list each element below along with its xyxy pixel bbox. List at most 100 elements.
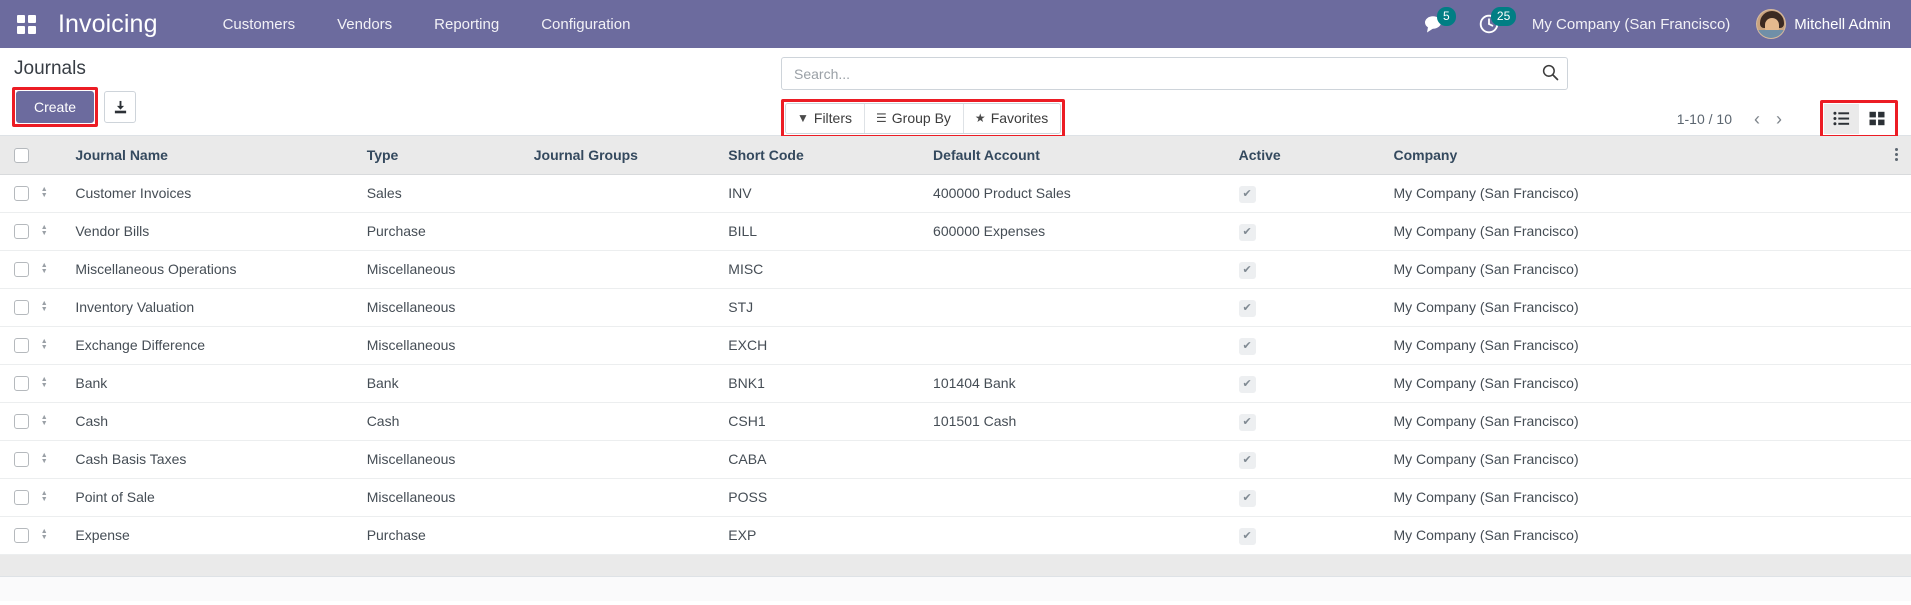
pager-previous-button[interactable]: ‹ bbox=[1746, 108, 1768, 130]
cell-journal-name: Expense bbox=[75, 516, 367, 555]
header-default-account[interactable]: Default Account bbox=[933, 136, 1239, 175]
cell-company: My Company (San Francisco) bbox=[1393, 516, 1883, 555]
table-row[interactable]: ▲ ▼ Expense Purchase EXP ✔ My Company (San Fra… bbox=[0, 516, 1911, 555]
cell-company: My Company (San Francisco) bbox=[1393, 402, 1883, 441]
header-journal-name[interactable]: Journal Name bbox=[75, 136, 367, 175]
cell-default-account bbox=[933, 440, 1239, 479]
messages-button[interactable]: 5 bbox=[1408, 0, 1462, 48]
company-switcher[interactable]: My Company (San Francisco) bbox=[1516, 2, 1746, 47]
cell-default-account bbox=[933, 250, 1239, 289]
cell-company: My Company (San Francisco) bbox=[1393, 440, 1883, 479]
row-select-checkbox[interactable] bbox=[14, 452, 29, 468]
pager-next-button[interactable]: › bbox=[1768, 108, 1790, 130]
drag-handle-icon[interactable]: ▲ ▼ bbox=[41, 376, 48, 389]
cell-journal-groups bbox=[533, 364, 729, 403]
menu-item-reporting[interactable]: Reporting bbox=[413, 2, 520, 47]
menu-item-vendors[interactable]: Vendors bbox=[316, 2, 413, 47]
cell-default-account: 600000 Expenses bbox=[933, 212, 1239, 251]
cell-optional-spacer bbox=[1882, 478, 1911, 517]
cell-optional-spacer bbox=[1882, 364, 1911, 403]
optional-columns-icon[interactable] bbox=[1882, 148, 1911, 162]
journals-table: Journal Name Type Journal Groups Short C… bbox=[0, 136, 1911, 555]
row-select-checkbox-cell bbox=[0, 440, 41, 479]
pager-range[interactable]: 1-10 / 10 bbox=[1677, 111, 1732, 127]
activities-button[interactable]: 25 bbox=[1462, 0, 1517, 48]
drag-handle-icon[interactable]: ▲ ▼ bbox=[41, 262, 48, 275]
table-row[interactable]: ▲ ▼ Exchange Difference Miscellaneous EXCH ✔ M… bbox=[0, 326, 1911, 365]
table-row[interactable]: ▲ ▼ Inventory Valuation Miscellaneous STJ ✔ My… bbox=[0, 288, 1911, 327]
drag-handle-icon[interactable]: ▲ ▼ bbox=[41, 414, 48, 427]
search-bar[interactable] bbox=[781, 57, 1568, 90]
kanban-view-button[interactable] bbox=[1859, 103, 1894, 134]
group-by-button[interactable]: ☰ Group By bbox=[865, 104, 964, 133]
drag-handle-icon[interactable]: ▲ ▼ bbox=[41, 300, 48, 313]
cell-default-account bbox=[933, 288, 1239, 327]
cell-short-code: EXP bbox=[728, 516, 934, 555]
kanban-view-icon bbox=[1869, 111, 1884, 126]
user-menu[interactable]: Mitchell Admin bbox=[1746, 5, 1897, 43]
table-row[interactable]: ▲ ▼ Point of Sale Miscellaneous POSS ✔ My Comp… bbox=[0, 478, 1911, 517]
header-type[interactable]: Type bbox=[366, 136, 534, 175]
app-brand-invoicing[interactable]: Invoicing bbox=[58, 10, 158, 39]
row-drag-handle-cell: ▲ ▼ bbox=[40, 288, 76, 327]
row-select-checkbox[interactable] bbox=[14, 376, 29, 392]
search-input[interactable] bbox=[792, 64, 1533, 83]
row-select-checkbox[interactable] bbox=[14, 300, 29, 316]
active-checkmark-icon: ✔ bbox=[1238, 527, 1256, 545]
drag-handle-icon[interactable]: ▲ ▼ bbox=[41, 224, 48, 237]
cell-company: My Company (San Francisco) bbox=[1393, 212, 1883, 251]
row-select-checkbox[interactable] bbox=[14, 338, 29, 354]
cell-short-code: EXCH bbox=[728, 326, 934, 365]
drag-handle-icon[interactable]: ▲ ▼ bbox=[41, 490, 48, 503]
active-checkmark-icon: ✔ bbox=[1238, 375, 1256, 393]
import-records-button[interactable] bbox=[104, 91, 137, 123]
table-head: Journal Name Type Journal Groups Short C… bbox=[0, 136, 1911, 175]
activities-badge: 25 bbox=[1490, 7, 1517, 26]
header-company[interactable]: Company bbox=[1393, 136, 1883, 175]
select-all-checkbox[interactable] bbox=[14, 148, 29, 164]
create-button[interactable]: Create bbox=[16, 91, 95, 123]
cell-short-code: STJ bbox=[728, 288, 934, 327]
row-select-checkbox-cell bbox=[0, 402, 41, 441]
cell-type: Bank bbox=[366, 364, 534, 403]
row-select-checkbox[interactable] bbox=[14, 528, 29, 544]
table-footer-band bbox=[0, 554, 1911, 577]
menu-item-configuration[interactable]: Configuration bbox=[520, 2, 651, 47]
favorites-button[interactable]: ★ Favorites bbox=[963, 104, 1061, 133]
cell-journal-name: Exchange Difference bbox=[75, 326, 367, 365]
row-select-checkbox[interactable] bbox=[14, 490, 29, 506]
row-select-checkbox-cell bbox=[0, 174, 41, 213]
row-select-checkbox[interactable] bbox=[14, 224, 29, 240]
cell-active: ✔ bbox=[1238, 402, 1394, 441]
filters-button[interactable]: ▼ Filters bbox=[786, 104, 866, 133]
list-view-button[interactable] bbox=[1824, 103, 1859, 134]
drag-handle-icon[interactable]: ▲ ▼ bbox=[41, 528, 48, 541]
row-select-checkbox[interactable] bbox=[14, 262, 29, 278]
header-journal-groups[interactable]: Journal Groups bbox=[533, 136, 729, 175]
table-row[interactable]: ▲ ▼ Bank Bank BNK1 101404 Bank ✔ My Company (Sa… bbox=[0, 364, 1911, 403]
row-select-checkbox-cell bbox=[0, 516, 41, 555]
user-avatar bbox=[1756, 9, 1787, 39]
table-row[interactable]: ▲ ▼ Vendor Bills Purchase BILL 600000 Expense… bbox=[0, 212, 1911, 251]
table-row[interactable]: ▲ ▼ Cash Basis Taxes Miscellaneous CABA ✔ My C… bbox=[0, 440, 1911, 479]
table-row[interactable]: ▲ ▼ Miscellaneous Operations Miscellaneous M… bbox=[0, 250, 1911, 289]
menu-item-customers[interactable]: Customers bbox=[202, 2, 317, 47]
search-submit-button[interactable] bbox=[1542, 64, 1559, 81]
favorites-label: Favorites bbox=[990, 110, 1049, 126]
drag-handle-icon[interactable]: ▲ ▼ bbox=[41, 338, 48, 351]
table-row[interactable]: ▲ ▼ Cash Cash CSH1 101501 Cash ✔ My Company (Sa… bbox=[0, 402, 1911, 441]
cell-journal-name: Point of Sale bbox=[75, 478, 367, 517]
cell-journal-groups bbox=[533, 516, 729, 555]
active-checkmark-icon: ✔ bbox=[1238, 261, 1256, 279]
table-row[interactable]: ▲ ▼ Customer Invoices Sales INV 400000 Produc… bbox=[0, 174, 1911, 213]
cell-optional-spacer bbox=[1882, 212, 1911, 251]
row-select-checkbox[interactable] bbox=[14, 186, 29, 202]
row-select-checkbox[interactable] bbox=[14, 414, 29, 430]
header-active[interactable]: Active bbox=[1238, 136, 1394, 175]
drag-handle-icon[interactable]: ▲ ▼ bbox=[41, 452, 48, 465]
apps-menu-button[interactable] bbox=[8, 4, 44, 44]
header-short-code[interactable]: Short Code bbox=[728, 136, 934, 175]
cell-journal-groups bbox=[533, 478, 729, 517]
journals-list-view: Journal Name Type Journal Groups Short C… bbox=[0, 136, 1911, 601]
drag-handle-icon[interactable]: ▲ ▼ bbox=[41, 186, 48, 199]
